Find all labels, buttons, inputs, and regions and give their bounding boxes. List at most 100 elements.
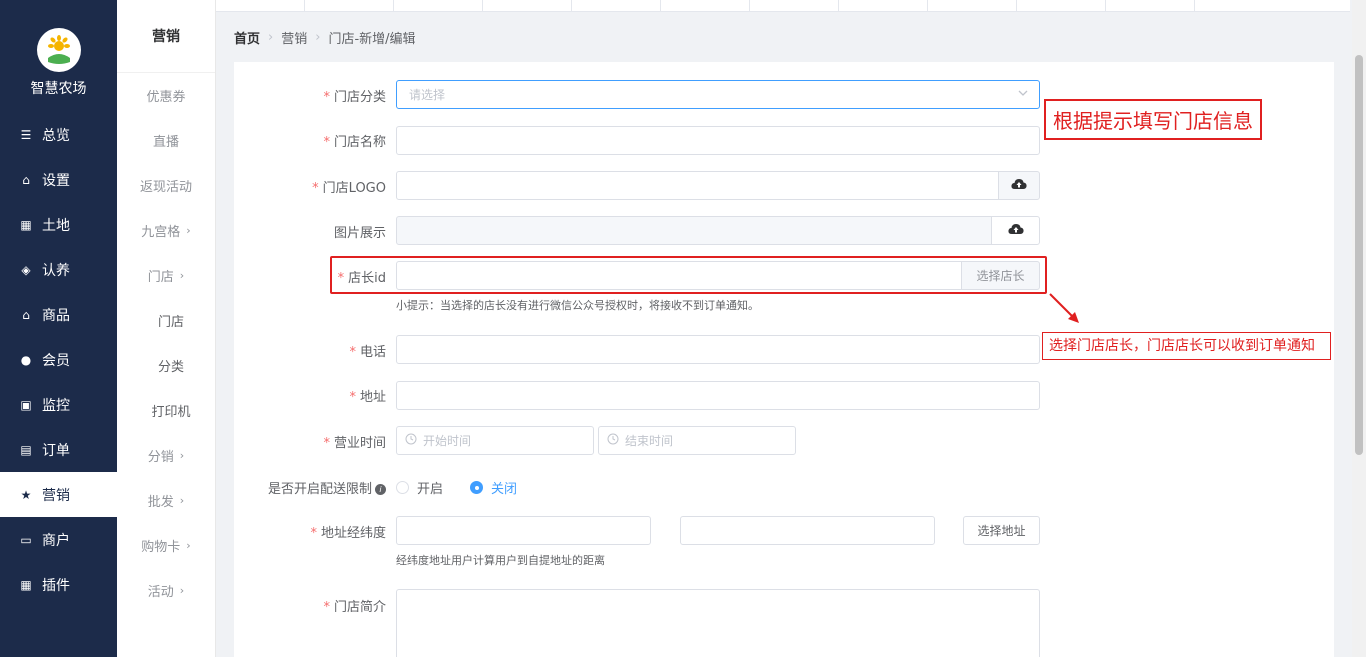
latitude-input[interactable] (680, 516, 935, 545)
nav-item-label: 订单 (42, 442, 70, 459)
tab[interactable] (1017, 0, 1106, 11)
breadcrumb-separator: › (268, 30, 274, 45)
brand-logo (36, 28, 81, 72)
gem-icon: ◈ (21, 262, 31, 277)
delivery-on-radio[interactable]: 开启 (396, 478, 443, 497)
chevron-down-icon (1017, 87, 1029, 102)
breadcrumb-page: 门店-新增/编辑 (328, 32, 416, 47)
annotation-arrow-icon (1049, 293, 1079, 323)
subnav-item-label: 打印机 (151, 405, 191, 420)
cloud-upload-icon (1011, 178, 1027, 193)
phone-label: * 电话 (349, 345, 386, 360)
radio-dot (470, 481, 483, 494)
nav-item-9[interactable]: ▭ 商户 (0, 517, 117, 562)
coords-hint: 经纬度地址用户计算用户到自提地址的距离 (396, 554, 605, 567)
nav-item-label: 插件 (42, 577, 70, 594)
nav-item-8[interactable]: ★ 营销 (0, 472, 117, 517)
tab[interactable] (750, 0, 839, 11)
subnav-item-label: 门店 (147, 270, 174, 285)
hours-start-input[interactable]: 开始时间 (396, 426, 594, 455)
subnav-item-label: 分销 (147, 450, 174, 465)
category-placeholder: 请选择 (409, 88, 446, 102)
tab[interactable] (572, 0, 661, 11)
nav-item-5[interactable]: ● 会员 (0, 337, 117, 382)
clock-icon (405, 433, 417, 448)
chevron-right-icon: › (179, 584, 185, 597)
nav-item-0[interactable]: ☰ 总览 (0, 112, 117, 157)
star-icon: ★ (20, 487, 32, 502)
delivery-off-radio[interactable]: 关闭 (470, 478, 517, 497)
gallery-input (396, 216, 992, 245)
bag-icon: ⌂ (22, 172, 30, 187)
nav-item-label: 土地 (42, 217, 70, 234)
bag-icon: ⌂ (22, 307, 30, 322)
logo-input[interactable] (396, 171, 999, 200)
store-name-input[interactable] (396, 126, 1040, 155)
subnav-item-5[interactable]: 门店 (117, 298, 215, 343)
nav-item-2[interactable]: ▦ 土地 (0, 202, 117, 247)
nav-item-6[interactable]: ▣ 监控 (0, 382, 117, 427)
breadcrumb-home[interactable]: 首页 (234, 28, 260, 47)
phone-input[interactable] (396, 335, 1040, 364)
tab[interactable] (839, 0, 928, 11)
logo-upload-button[interactable] (998, 171, 1040, 200)
grid-icon: ▦ (20, 217, 32, 232)
hours-label: * 营业时间 (323, 436, 386, 451)
store-icon: ▭ (20, 532, 32, 547)
longitude-input[interactable] (396, 516, 651, 545)
tab[interactable] (928, 0, 1017, 11)
breadcrumb: 首页 › 营销 › 门店-新增/编辑 (234, 28, 416, 47)
breadcrumb-section[interactable]: 营销 (281, 28, 307, 47)
subnav-item-label: 九宫格 (141, 225, 181, 240)
category-label: * 门店分类 (323, 90, 386, 105)
nav-item-label: 设置 (42, 172, 70, 189)
tab[interactable] (1106, 0, 1195, 11)
subnav-item-label: 批发 (147, 495, 174, 510)
annotation-highlight-manager (330, 256, 1047, 294)
tab[interactable] (216, 0, 305, 11)
nav-item-7[interactable]: ▤ 订单 (0, 427, 117, 472)
annotation-fill-hint: 根据提示填写门店信息 (1044, 99, 1262, 140)
intro-label: * 门店简介 (323, 600, 386, 615)
nav-item-label: 会员 (42, 352, 70, 369)
category-select[interactable]: 请选择 (396, 80, 1040, 109)
cloud-upload-icon (1007, 223, 1024, 238)
subnav-item-label: 购物卡 (141, 540, 181, 555)
address-label: * 地址 (349, 390, 386, 405)
gallery-upload-button[interactable] (991, 216, 1040, 245)
annotation-manager-note: 选择门店店长，门店店长可以收到订单通知 (1042, 332, 1331, 360)
subnav-item-label: 活动 (147, 585, 174, 600)
nav-item-label: 总览 (42, 127, 70, 144)
nav-item-4[interactable]: ⌂ 商品 (0, 292, 117, 337)
tab[interactable] (661, 0, 750, 11)
scrollbar-thumb[interactable] (1355, 55, 1363, 455)
page-scrollbar[interactable] (1352, 0, 1366, 657)
camera-icon: ▣ (20, 397, 32, 412)
delivery-label: 是否开启配送限制 i (186, 478, 386, 497)
subnav-item-label: 返现活动 (139, 180, 192, 195)
subnav-item-label: 门店 (157, 315, 184, 330)
intro-textarea[interactable] (396, 589, 1040, 657)
sliders-icon: ☰ (20, 127, 32, 142)
coords-label: * 地址经纬度 (310, 526, 386, 541)
manager-hint: 小提示：当选择的店长没有进行微信公众号授权时，将接收不到订单通知。 (396, 299, 759, 312)
brand: 智慧农场 (0, 0, 117, 112)
gallery-label: 图片展示 (333, 226, 386, 241)
clock-icon (607, 433, 619, 448)
hours-end-input[interactable]: 结束时间 (598, 426, 796, 455)
tab[interactable] (305, 0, 394, 11)
nav-item-10[interactable]: ▦ 插件 (0, 562, 117, 607)
nav-item-3[interactable]: ◈ 认养 (0, 247, 117, 292)
tab[interactable] (394, 0, 483, 11)
tab[interactable] (1195, 0, 1335, 11)
subnav-item-label: 分类 (157, 360, 184, 375)
info-icon: i (375, 484, 386, 495)
select-address-button[interactable]: 选择地址 (963, 516, 1040, 545)
chevron-right-icon: › (179, 449, 185, 462)
nav-item-1[interactable]: ⌂ 设置 (0, 157, 117, 202)
tab[interactable] (483, 0, 572, 11)
top-tab-strip (216, 0, 1350, 12)
delivery-on-label: 开启 (417, 482, 444, 497)
address-input[interactable] (396, 381, 1040, 410)
grid-icon: ▦ (20, 577, 32, 592)
